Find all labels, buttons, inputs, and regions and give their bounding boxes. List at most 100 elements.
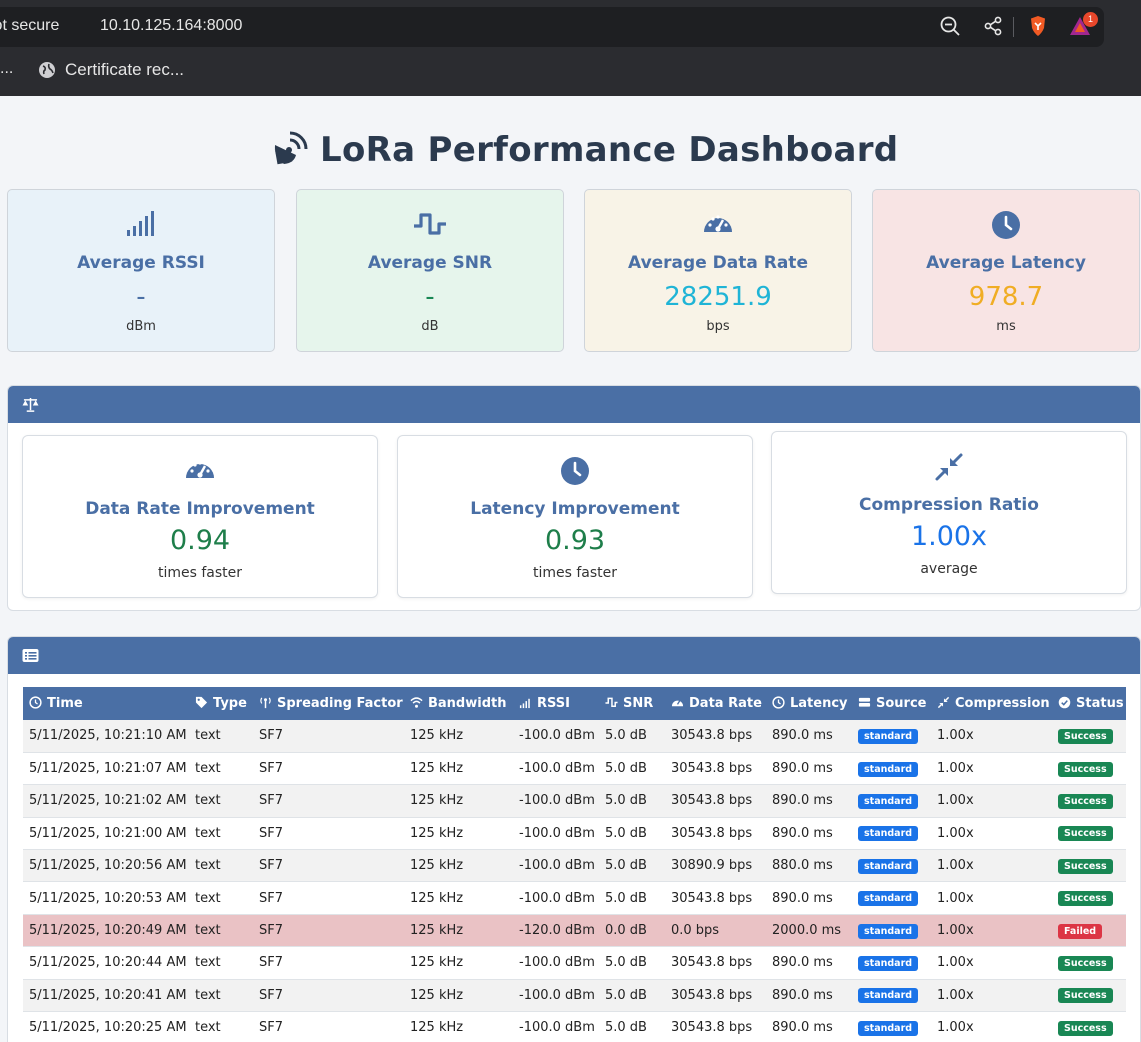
cell-rssi: -100.0 dBm	[513, 881, 599, 915]
cell-status: Success	[1052, 752, 1126, 786]
table-header-row: Time Type Spreading Factor Bandwidth RSSI SNR…	[23, 687, 1126, 720]
improvement-card-compression: Compression Ratio 1.00x average	[771, 431, 1127, 594]
column-header-type[interactable]: Type	[189, 687, 253, 720]
table-body: 5/11/2025, 10:21:10 AM text SF7 125 kHz -100…	[23, 720, 1126, 1042]
status-badge: Failed	[1058, 923, 1103, 939]
cell-latency: 890.0 ms	[766, 979, 852, 1013]
cell-compression: 1.00x	[931, 881, 1052, 915]
cell-source: standard	[852, 849, 931, 883]
improvement-card-latency: Latency Improvement 0.93 times faster	[397, 435, 753, 598]
cell-source: standard	[852, 914, 931, 948]
column-header-source[interactable]: Source	[852, 687, 931, 720]
stat-label: Average SNR	[367, 253, 493, 273]
antenna-icon	[260, 697, 271, 709]
cell-rssi: -100.0 dBm	[513, 720, 599, 753]
stat-card-latency: Average Latency 978.7 ms	[872, 189, 1140, 352]
url-text[interactable]: 10.10.125.164:8000	[100, 17, 242, 35]
improvement-unit: average	[920, 561, 978, 577]
cell-status: Success	[1052, 946, 1126, 980]
gauge-icon	[704, 215, 732, 232]
stat-value: -	[136, 282, 146, 312]
source-badge: standard	[858, 1020, 919, 1036]
bookmark-certificate[interactable]: Certificate rec...	[65, 60, 184, 80]
brave-shield-icon[interactable]	[1026, 14, 1050, 38]
cell-compression: 1.00x	[931, 1011, 1052, 1042]
cell-compression: 1.00x	[931, 979, 1052, 1013]
column-header-status[interactable]: Status	[1052, 687, 1126, 720]
cell-time: 5/11/2025, 10:20:56 AM	[23, 849, 189, 883]
satellite-dish-icon	[274, 131, 308, 165]
cell-snr: 5.0 dB	[599, 881, 665, 915]
cell-sf: SF7	[253, 946, 404, 980]
cell-status: Success	[1052, 720, 1126, 753]
cell-time: 5/11/2025, 10:21:07 AM	[23, 752, 189, 786]
cell-compression: 1.00x	[931, 752, 1052, 786]
cell-snr: 5.0 dB	[599, 946, 665, 980]
column-header-spreading-factor[interactable]: Spreading Factor	[253, 687, 404, 720]
status-badge: Success	[1058, 761, 1113, 777]
security-indicator[interactable]: Not secure	[0, 17, 59, 35]
share-icon[interactable]	[981, 14, 1005, 38]
globe-icon	[39, 62, 55, 78]
cell-compression: 1.00x	[931, 849, 1052, 883]
page-title: LoRa Performance Dashboard	[320, 130, 899, 170]
cell-compression: 1.00x	[931, 784, 1052, 818]
cell-type: text	[189, 881, 253, 915]
database-icon	[858, 697, 871, 707]
wifi-icon	[410, 697, 423, 708]
cell-rate: 30543.8 bps	[665, 1011, 766, 1042]
zoom-out-icon[interactable]	[938, 14, 962, 38]
column-header-data-rate[interactable]: Data Rate	[665, 687, 766, 720]
cell-snr: 5.0 dB	[599, 849, 665, 883]
cell-sf: SF7	[253, 979, 404, 1013]
cell-snr: 5.0 dB	[599, 1011, 665, 1042]
cell-latency: 2000.0 ms	[766, 914, 852, 948]
source-badge: standard	[858, 728, 919, 744]
cell-time: 5/11/2025, 10:20:53 AM	[23, 881, 189, 915]
stat-label: Average RSSI	[77, 253, 205, 273]
column-header-label: RSSI	[537, 696, 570, 711]
cell-type: text	[189, 752, 253, 786]
cell-rssi: -100.0 dBm	[513, 979, 599, 1013]
column-header-time[interactable]: Time	[23, 687, 189, 720]
status-badge: Success	[1058, 988, 1113, 1004]
column-header-label: Bandwidth	[428, 696, 507, 711]
column-header-label: Compression	[955, 696, 1050, 711]
signal-bars-icon	[127, 211, 154, 236]
table-row: 5/11/2025, 10:21:00 AM text SF7 125 kHz -100…	[23, 817, 1126, 851]
status-badge: Success	[1058, 891, 1113, 907]
column-header-snr[interactable]: SNR	[599, 687, 665, 720]
clock-icon	[772, 696, 785, 709]
column-header-rssi[interactable]: RSSI	[513, 687, 599, 720]
clock-icon	[29, 696, 42, 709]
cell-time: 5/11/2025, 10:21:02 AM	[23, 784, 189, 818]
table-row: 5/11/2025, 10:21:02 AM text SF7 125 kHz -100…	[23, 784, 1126, 818]
column-header-label: Status	[1076, 696, 1124, 711]
compress-arrows-icon	[935, 453, 963, 481]
status-badge: Success	[1058, 858, 1113, 874]
cell-rate: 0.0 bps	[665, 914, 766, 948]
cell-rate: 30543.8 bps	[665, 817, 766, 851]
stat-unit: bps	[706, 319, 730, 334]
cell-sf: SF7	[253, 784, 404, 818]
compress-arrows-icon	[937, 696, 950, 709]
wave-icon	[414, 213, 446, 235]
column-header-label: Type	[213, 696, 247, 711]
bookmark-overflow[interactable]: ...	[0, 60, 13, 78]
wave-icon	[605, 697, 618, 707]
stat-value: 978.7	[968, 282, 1044, 312]
column-header-compression[interactable]: Compression	[931, 687, 1052, 720]
table-row: 5/11/2025, 10:20:25 AM text SF7 125 kHz -100…	[23, 1011, 1126, 1042]
source-badge: standard	[858, 826, 919, 842]
cell-time: 5/11/2025, 10:21:10 AM	[23, 720, 189, 753]
column-header-label: Source	[876, 696, 927, 711]
status-badge: Success	[1058, 793, 1113, 809]
cell-status: Success	[1052, 881, 1126, 915]
stat-unit: dBm	[126, 319, 156, 334]
cell-sf: SF7	[253, 914, 404, 948]
column-header-bandwidth[interactable]: Bandwidth	[404, 687, 513, 720]
cell-bw: 125 kHz	[404, 979, 513, 1013]
stat-unit: dB	[421, 319, 439, 334]
browser-chrome: Not secure 10.10.125.164:8000 1 ... Cert…	[0, 0, 1141, 96]
column-header-latency[interactable]: Latency	[766, 687, 852, 720]
